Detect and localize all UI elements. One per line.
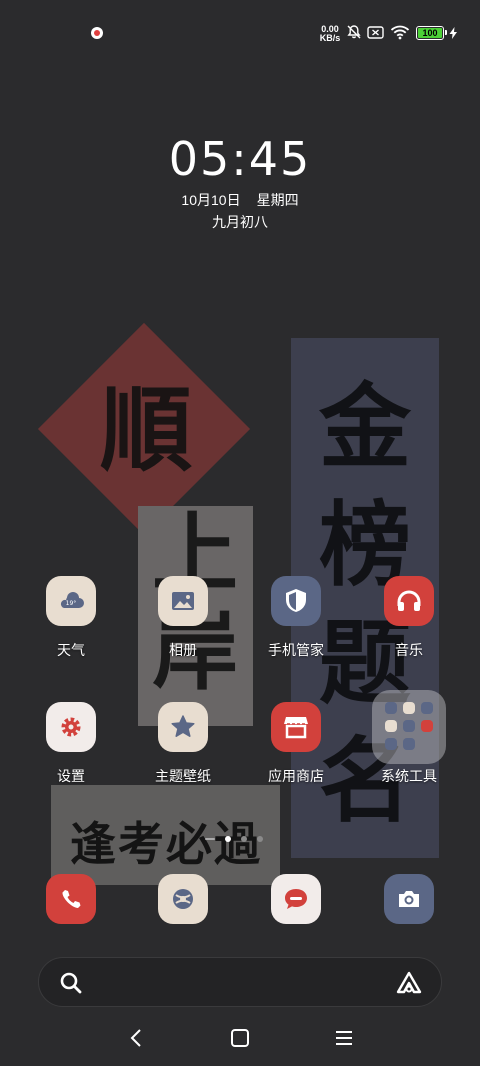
home-icon[interactable] bbox=[228, 1026, 252, 1050]
pager-dot bbox=[257, 836, 263, 842]
clock-time[interactable]: 05:45 bbox=[0, 132, 480, 186]
pager-list-mark bbox=[205, 838, 215, 840]
clock-weekday: 星期四 bbox=[256, 192, 299, 208]
app-label: 主题壁纸 bbox=[155, 768, 211, 784]
app-store[interactable]: 应用商店 bbox=[241, 702, 351, 786]
camera-icon bbox=[384, 874, 434, 924]
mute-icon bbox=[347, 25, 361, 39]
app-phone-manager[interactable]: 手机管家 bbox=[241, 576, 351, 660]
headphones-icon bbox=[384, 576, 434, 626]
battery-icon: 100 bbox=[416, 26, 447, 40]
voice-assistant-icon[interactable] bbox=[395, 970, 423, 996]
recents-menu-icon[interactable] bbox=[332, 1026, 356, 1050]
weather-icon: 19° bbox=[46, 576, 96, 626]
dock-phone[interactable] bbox=[16, 874, 126, 924]
settings-gear-icon bbox=[46, 702, 96, 752]
app-label: 系统工具 bbox=[381, 768, 437, 784]
dock-browser[interactable] bbox=[128, 874, 238, 924]
status-bar: 0.00 KB/s 100 bbox=[0, 0, 480, 64]
browser-icon bbox=[158, 874, 208, 924]
app-settings[interactable]: 设置 bbox=[16, 702, 126, 786]
app-music[interactable]: 音乐 bbox=[354, 576, 464, 660]
app-weather[interactable]: 19° 天气 bbox=[16, 576, 126, 660]
svg-text:19°: 19° bbox=[66, 600, 77, 607]
search-bar[interactable] bbox=[38, 957, 442, 1007]
phone-icon bbox=[46, 874, 96, 924]
wallpaper-shun-text: 順 bbox=[99, 376, 192, 484]
app-label: 天气 bbox=[57, 642, 85, 658]
back-icon[interactable] bbox=[125, 1026, 149, 1050]
net-speed-unit: KB/s bbox=[319, 33, 341, 43]
gallery-icon bbox=[158, 576, 208, 626]
app-label: 设置 bbox=[57, 768, 85, 784]
app-themes[interactable]: 主题壁纸 bbox=[128, 702, 238, 786]
theme-star-icon bbox=[158, 702, 208, 752]
folder-system-tools[interactable]: 系统工具 bbox=[354, 690, 464, 786]
app-label: 手机管家 bbox=[268, 642, 324, 658]
charging-icon bbox=[449, 27, 457, 39]
recording-dot-icon bbox=[91, 27, 103, 39]
pager-dot bbox=[241, 836, 247, 842]
wifi-icon bbox=[390, 25, 410, 40]
app-label: 音乐 bbox=[395, 642, 423, 658]
clock-date: 10月10日 bbox=[181, 192, 241, 208]
messages-icon bbox=[271, 874, 321, 924]
clock-date-line[interactable]: 10月10日 星期四 bbox=[0, 190, 480, 210]
page-indicator[interactable] bbox=[205, 836, 273, 842]
sim-off-icon bbox=[367, 26, 384, 39]
pager-dot-active bbox=[225, 836, 231, 842]
battery-level: 100 bbox=[418, 28, 442, 38]
app-gallery[interactable]: 相册 bbox=[128, 576, 238, 660]
app-label: 相册 bbox=[169, 642, 197, 658]
app-label: 应用商店 bbox=[268, 768, 324, 784]
security-shield-icon bbox=[271, 576, 321, 626]
app-store-icon bbox=[271, 702, 321, 752]
dock-messages[interactable] bbox=[241, 874, 351, 924]
search-icon[interactable] bbox=[59, 971, 83, 995]
folder-icon bbox=[372, 690, 446, 764]
network-speed: 0.00 KB/s bbox=[318, 25, 342, 43]
dock-camera[interactable] bbox=[354, 874, 464, 924]
clock-lunar-date: 九月初八 bbox=[212, 214, 268, 230]
